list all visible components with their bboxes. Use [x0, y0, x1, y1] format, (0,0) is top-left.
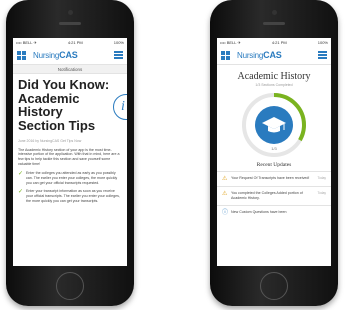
page-title: Academic History — [237, 71, 311, 82]
info-icon[interactable]: i — [113, 94, 127, 120]
status-bar: •••• BELL ✈ 4:21 PM 100% — [13, 38, 127, 46]
progress-ring-svg: 1/3 — [242, 93, 306, 157]
earpiece-speaker — [59, 22, 81, 25]
home-button[interactable] — [56, 272, 84, 300]
tip-text: Enter the colleges you attended as early… — [26, 170, 118, 185]
clock-label: 4:21 PM — [67, 39, 83, 45]
status-bar: •••• BELL ✈ 4:21 PM 100% — [217, 38, 331, 46]
phone-device-left: •••• BELL ✈ 4:21 PM 100% NursingCAS Noti… — [6, 0, 134, 306]
notifications-bar[interactable]: Notifications — [13, 65, 127, 74]
article-intro: The Academic History section of your app… — [18, 147, 120, 167]
progress-subtitle: 1/3 Sections Completed — [255, 83, 293, 87]
update-text: New Custom Questions have been — [231, 209, 287, 214]
tip-text: Enter your transcript information as soo… — [26, 189, 120, 204]
check-icon: ✓ — [18, 170, 24, 177]
article-byline: June 2016 by NursingCAS Get Tips Now — [18, 138, 82, 143]
update-text: Your Request Of Transcripts have been re… — [231, 176, 310, 180]
warning-icon: ⚠ — [222, 191, 228, 197]
recent-updates-title: Recent Updates — [256, 162, 292, 168]
apps-grid-icon[interactable] — [221, 50, 230, 60]
tip-item: ✓ Enter the colleges you attended as ear… — [18, 171, 122, 186]
warning-icon: ⚠ — [222, 176, 228, 182]
phone-screen-right: •••• BELL ✈ 4:21 PM 100% NursingCAS Acad… — [217, 38, 331, 266]
phone-screen-left: •••• BELL ✈ 4:21 PM 100% NursingCAS Noti… — [13, 38, 127, 266]
list-item[interactable]: ⚠ You completed the Colleges Added porti… — [217, 186, 331, 205]
front-camera — [272, 10, 277, 15]
update-date: Today — [317, 176, 326, 180]
list-item[interactable]: ⓘ New Custom Questions have been — [217, 204, 331, 220]
update-text: You completed the Colleges Added portion… — [231, 191, 303, 200]
carrier-label: •••• BELL ✈ — [220, 39, 241, 45]
app-logo: NursingCAS — [237, 50, 282, 60]
clock-label: 4:21 PM — [271, 39, 287, 45]
notifications-label: Notifications — [57, 66, 83, 72]
progress-ring: 1/3 — [217, 90, 331, 160]
app-header: NursingCAS — [13, 46, 127, 65]
hamburger-menu-icon[interactable] — [114, 50, 123, 61]
info-icon: ⓘ — [222, 209, 229, 216]
hamburger-menu-icon[interactable] — [318, 50, 327, 61]
phone-device-right: •••• BELL ✈ 4:21 PM 100% NursingCAS Acad… — [210, 0, 338, 306]
article: Did You Know: Academic History Section T… — [13, 74, 127, 208]
home-button[interactable] — [260, 272, 288, 300]
ring-label: 1/3 — [271, 146, 277, 151]
earpiece-speaker — [263, 22, 285, 25]
tip-item: ✓ Enter your transcript information as s… — [18, 189, 122, 204]
check-icon: ✓ — [18, 189, 24, 196]
apps-grid-icon[interactable] — [17, 50, 26, 60]
article-title: Did You Know: Academic History Section T… — [18, 77, 110, 133]
app-header: NursingCAS — [217, 46, 331, 65]
battery-label: 100% — [317, 39, 328, 45]
front-camera — [68, 10, 73, 15]
carrier-label: •••• BELL ✈ — [16, 39, 37, 45]
battery-label: 100% — [113, 39, 124, 45]
update-date: Today — [317, 191, 326, 195]
list-item[interactable]: ⚠ Your Request Of Transcripts have been … — [217, 171, 331, 186]
app-logo: NursingCAS — [33, 50, 78, 60]
